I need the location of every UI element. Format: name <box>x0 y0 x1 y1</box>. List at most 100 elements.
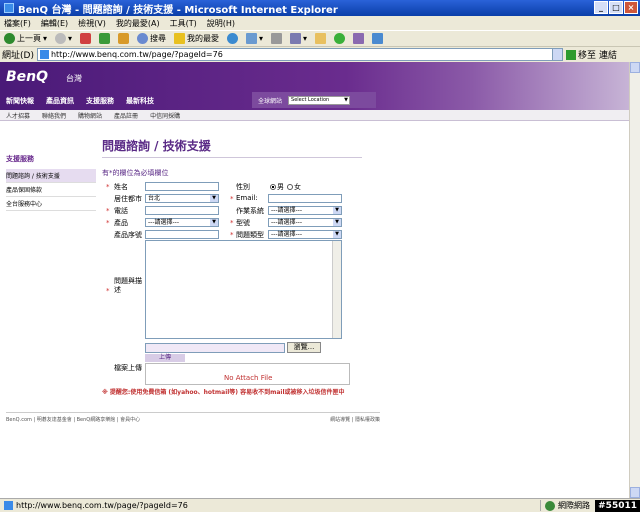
scroll-down-button[interactable] <box>630 487 640 498</box>
subnav-procure[interactable]: 中信同採購 <box>150 111 180 120</box>
toolbar-extra-button[interactable] <box>370 32 385 46</box>
desc-required-mark: * <box>106 287 110 295</box>
menu-tools[interactable]: 工具(T) <box>170 18 197 29</box>
sidebar-title: 支援服務 <box>6 155 34 163</box>
sidebar-item-service[interactable]: 全台服務中心 <box>6 197 96 211</box>
subnav-jobs[interactable]: 人才招募 <box>6 111 30 120</box>
nav-tech[interactable]: 最新科技 <box>126 96 154 106</box>
benq-logo[interactable]: BenQ <box>6 69 48 85</box>
address-dropdown-icon[interactable] <box>551 49 562 60</box>
location-select[interactable]: Select Location <box>288 95 351 105</box>
globe-icon <box>545 500 555 511</box>
city-label: 居住都市 <box>114 195 142 203</box>
sidebar-item-inquiry[interactable]: 問題諮詢 / 技術支援 <box>6 169 96 183</box>
product-label: 產品 <box>114 219 128 227</box>
chevron-down-icon: ▼ <box>210 219 218 226</box>
back-button[interactable]: 上一頁 ▾ <box>2 32 49 46</box>
gender-male-radio[interactable] <box>270 184 276 190</box>
menu-favorites[interactable]: 我的最愛(A) <box>116 18 160 29</box>
name-input[interactable] <box>145 182 219 191</box>
menu-view[interactable]: 檢視(V) <box>78 18 106 29</box>
model-label: 型號 <box>236 219 250 227</box>
window-controls: _ □ × <box>594 1 638 14</box>
email-required-mark: * <box>230 195 234 203</box>
description-textarea[interactable] <box>145 240 342 339</box>
textarea-scrollbar[interactable] <box>332 241 341 338</box>
serial-input[interactable] <box>145 230 219 239</box>
print-button[interactable] <box>269 32 284 46</box>
menu-edit[interactable]: 編輯(E) <box>41 18 68 29</box>
title-divider <box>102 157 362 158</box>
menu-bar: 檔案(F) 編輯(E) 檢視(V) 我的最愛(A) 工具(T) 說明(H) <box>0 16 640 30</box>
address-label: 網址(D) <box>2 51 34 61</box>
menu-help[interactable]: 說明(H) <box>207 18 235 29</box>
menu-file[interactable]: 檔案(F) <box>4 18 31 29</box>
refresh-button[interactable] <box>97 32 112 46</box>
name-label: 姓名 <box>114 183 128 191</box>
footer-links-left[interactable]: BenQ.com | 明碁友達基金會 | BenQ網路享樂館 | 會員中心 <box>6 416 140 423</box>
folder-button[interactable] <box>313 32 328 46</box>
links-button[interactable]: 連結 <box>599 48 617 61</box>
sidebar-item-warranty[interactable]: 產品保固條款 <box>6 183 96 197</box>
close-button[interactable]: × <box>624 1 638 14</box>
address-bar: 網址(D) http://www.benq.com.tw/page/?pageI… <box>0 46 640 62</box>
maximize-button[interactable]: □ <box>609 1 623 14</box>
vertical-scrollbar[interactable] <box>629 62 640 498</box>
gender-female-radio[interactable] <box>287 184 293 190</box>
edit-button[interactable]: ▾ <box>288 32 309 46</box>
site-header: BenQ 台灣 新聞快報 產品資訊 支援服務 最新科技 全球網站 Select … <box>0 62 629 110</box>
search-button[interactable]: 搜尋 <box>135 32 168 46</box>
nav-support[interactable]: 支援服務 <box>86 96 114 106</box>
toolbar: 上一頁 ▾ ▾ 搜尋 我的最愛 ▾ ▾ <box>0 30 640 46</box>
global-site-box: 全球網站 Select Location <box>252 92 376 108</box>
gender-label: 性別 <box>236 183 250 191</box>
subnav-register[interactable]: 產品註冊 <box>114 111 138 120</box>
mail-button[interactable]: ▾ <box>244 32 265 46</box>
upload-button[interactable]: 上傳 <box>145 354 185 362</box>
subnav-shop[interactable]: 購物網站 <box>78 111 102 120</box>
scroll-up-button[interactable] <box>630 62 640 73</box>
phone-label: 電話 <box>114 207 128 215</box>
folder-icon <box>315 33 327 44</box>
gender-female-option[interactable]: 女 <box>287 182 301 192</box>
nav-products[interactable]: 產品資訊 <box>46 96 74 106</box>
back-arrow-icon <box>4 33 15 44</box>
gender-male-option[interactable]: 男 <box>270 182 284 192</box>
forward-button[interactable]: ▾ <box>53 32 74 46</box>
favorites-button[interactable]: 我的最愛 <box>172 32 221 46</box>
footer-links-right[interactable]: 網站導覽 | 隱私權政策 <box>330 416 380 423</box>
file-upload-label: 檔案上傳 <box>114 364 142 372</box>
model-required-mark: * <box>230 219 234 227</box>
address-url: http://www.benq.com.tw/page/?pageId=76 <box>50 50 223 59</box>
issue-type-required-mark: * <box>230 231 234 239</box>
subnav-contact[interactable]: 聯絡我們 <box>42 111 66 120</box>
os-select[interactable]: ---請選擇--- ▼ <box>268 206 342 215</box>
nav-news[interactable]: 新聞快報 <box>6 96 34 106</box>
messenger-button[interactable] <box>332 32 347 46</box>
os-label: 作業系統 <box>236 207 264 215</box>
top-nav: 新聞快報 產品資訊 支援服務 最新科技 <box>6 96 154 106</box>
email-warning: ※ 提醒您:使用免費信箱 (如yahoo、hotmail等) 容易收不到mail… <box>102 389 345 396</box>
tools-button[interactable] <box>351 32 366 46</box>
go-button[interactable]: 移至 <box>565 48 596 61</box>
stop-button[interactable] <box>78 32 93 46</box>
file-path-input[interactable] <box>145 343 285 353</box>
product-select[interactable]: ---請選擇--- ▼ <box>145 218 219 227</box>
history-icon <box>227 33 239 44</box>
phone-input[interactable] <box>145 206 219 215</box>
email-label: Email: <box>236 194 258 202</box>
email-input[interactable] <box>268 194 342 203</box>
home-button[interactable] <box>116 32 131 46</box>
minimize-button[interactable]: _ <box>594 1 608 14</box>
browse-button[interactable]: 瀏覽... <box>287 342 321 353</box>
star-icon <box>174 33 186 44</box>
refresh-icon <box>99 33 111 44</box>
issue-type-select[interactable]: ---請選擇--- ▼ <box>268 230 342 239</box>
model-select[interactable]: ---請選擇--- ▼ <box>268 218 342 227</box>
sub-nav: 人才招募 聯絡我們 購物網站 產品註冊 中信同採購 <box>0 110 629 121</box>
address-input[interactable]: http://www.benq.com.tw/page/?pageId=76 <box>36 48 563 61</box>
home-icon <box>118 33 130 44</box>
history-button[interactable] <box>225 32 240 46</box>
city-select[interactable]: 台北 ▼ <box>145 194 219 203</box>
window-title: BenQ 台灣 - 問題諮詢 / 技術支援 - Microsoft Intern… <box>18 4 338 16</box>
